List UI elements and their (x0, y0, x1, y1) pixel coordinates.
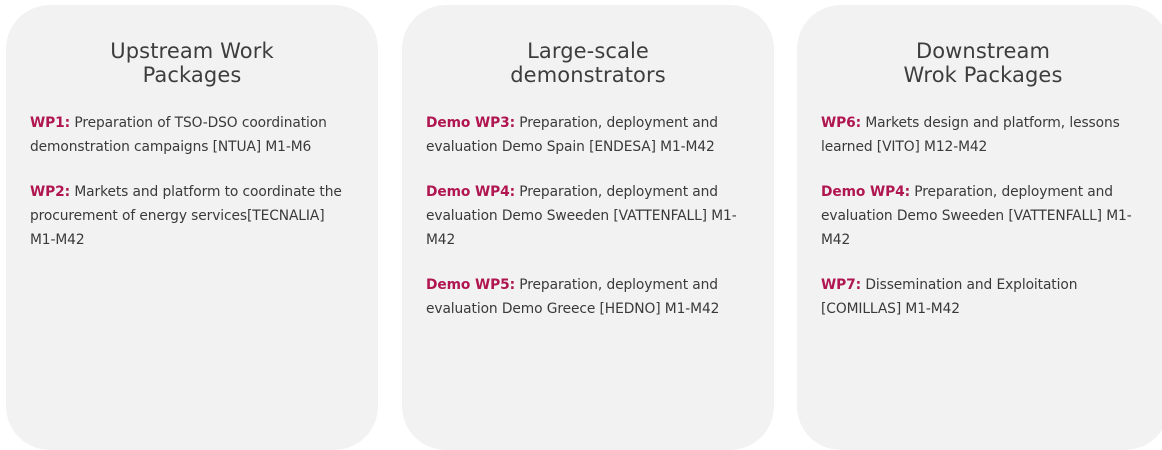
work-packages-section: Upstream Work Packages WP1: Preparation … (0, 0, 1162, 450)
work-package-item: WP1: Preparation of TSO-DSO coordination… (30, 111, 354, 159)
work-package-item: Demo WP3: Preparation, deployment and ev… (426, 111, 750, 159)
work-package-code: Demo WP5: (426, 277, 516, 293)
work-package-item: Demo WP4: Preparation, deployment and ev… (426, 180, 750, 252)
work-package-code: WP6: (821, 115, 862, 131)
work-package-item: WP2: Markets and platform to coordinate … (30, 180, 354, 252)
work-package-code: Demo WP4: (426, 184, 516, 200)
work-package-item: WP6: Markets design and platform, lesson… (821, 111, 1145, 159)
card-title: Downstream Wrok Packages (903, 39, 1063, 87)
work-package-description: Preparation of TSO-DSO coordination demo… (30, 115, 327, 155)
card-downstream-work-packages: Downstream Wrok Packages WP6: Markets de… (797, 5, 1162, 450)
work-package-code: Demo WP4: (821, 184, 911, 200)
work-package-code: WP1: (30, 115, 71, 131)
card-title: Upstream Work Packages (110, 39, 274, 87)
work-package-item: Demo WP5: Preparation, deployment and ev… (426, 273, 750, 321)
work-package-code: WP2: (30, 184, 71, 200)
card-title: Large-scale demonstrators (510, 39, 666, 87)
work-package-code: Demo WP3: (426, 115, 516, 131)
work-package-description: Markets design and platform, lessons lea… (821, 115, 1120, 155)
card-large-scale-demonstrators: Large-scale demonstrators Demo WP3: Prep… (402, 5, 774, 450)
work-package-description: Markets and platform to coordinate the p… (30, 184, 342, 248)
work-package-item: WP7: Dissemination and Exploitation [COM… (821, 273, 1145, 321)
card-upstream-work-packages: Upstream Work Packages WP1: Preparation … (6, 5, 378, 450)
work-package-item: Demo WP4: Preparation, deployment and ev… (821, 180, 1145, 252)
work-package-code: WP7: (821, 277, 862, 293)
